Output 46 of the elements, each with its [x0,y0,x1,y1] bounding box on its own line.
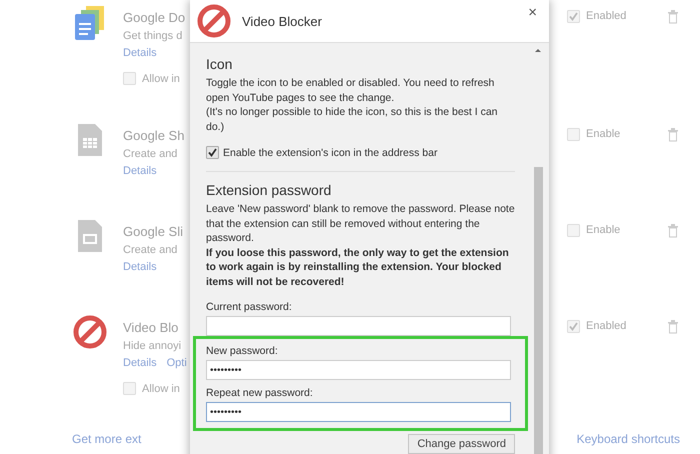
extension-name: Google Sh [123,128,184,143]
trash-icon[interactable] [667,223,679,238]
warning-text: If you loose this password, the only way to get the extension to work again is by reinstalling the extension. Your blocked items will not be recovered! [206,246,510,289]
description-text: Leave 'New password' blank to remove the password. Please note that the extension can still be removed without entering the password. [206,202,515,246]
checkbox-label: Enabled [586,320,626,332]
checkbox-label: Enable [586,224,620,236]
keyboard-shortcuts-link[interactable]: Keyboard shortcuts [576,432,680,446]
change-password-button[interactable]: Change password [408,434,515,454]
extension-link[interactable]: Details [123,165,157,177]
password-field[interactable]: ••••••••• [206,402,511,422]
extension-name: Video Blo [123,320,178,335]
more-extensions-link[interactable]: Get more ext [72,432,142,446]
field-label: Current password: [206,301,293,313]
extension-description: Create and [123,148,178,160]
extension-description: Get things d [123,30,182,42]
password-field[interactable] [206,316,511,336]
extension-link[interactable]: Details [123,261,157,273]
section-heading: Icon [206,56,234,72]
checkbox-label: Enabled [586,10,626,22]
extension-description: Create and [123,244,178,256]
dialog-title: Video Blocker [242,14,322,28]
section-heading: Extension password [206,182,332,198]
checkbox[interactable] [206,146,219,159]
extension-link[interactable]: Opti [166,357,187,369]
extension-name: Google Do [123,10,186,25]
extension-description: Hide annoyi [123,340,182,352]
trash-icon[interactable] [667,319,679,334]
trash-icon[interactable] [667,9,679,24]
checkbox-label: Enable the extension's icon in the address bar [223,146,438,158]
scrollbar-thumb[interactable] [534,167,542,454]
field-label: New password: [206,345,279,357]
close-button[interactable]: × [528,4,537,21]
extension-link[interactable]: Details [123,47,157,59]
field-label: Repeat new password: [206,387,314,399]
prohibition-icon [196,3,232,39]
prohibition-icon [72,314,108,350]
checkbox-label: Enable [586,128,620,140]
extension-link[interactable]: Details [123,357,157,369]
scroll-up-icon[interactable] [534,47,542,55]
description-text: Toggle the icon to be enabled or disabled. You need to refresh open YouTube pages to see the change. [206,76,496,105]
password-field[interactable]: ••••••••• [206,360,511,380]
description-text: (It's no longer possible to hide the icon, so this is the best I can do.) [206,105,499,134]
checkbox-label: Allow in [142,382,180,394]
trash-icon[interactable] [667,127,679,142]
checkbox-label: Allow in [142,72,180,84]
extension-name: Google Sli [123,224,183,239]
